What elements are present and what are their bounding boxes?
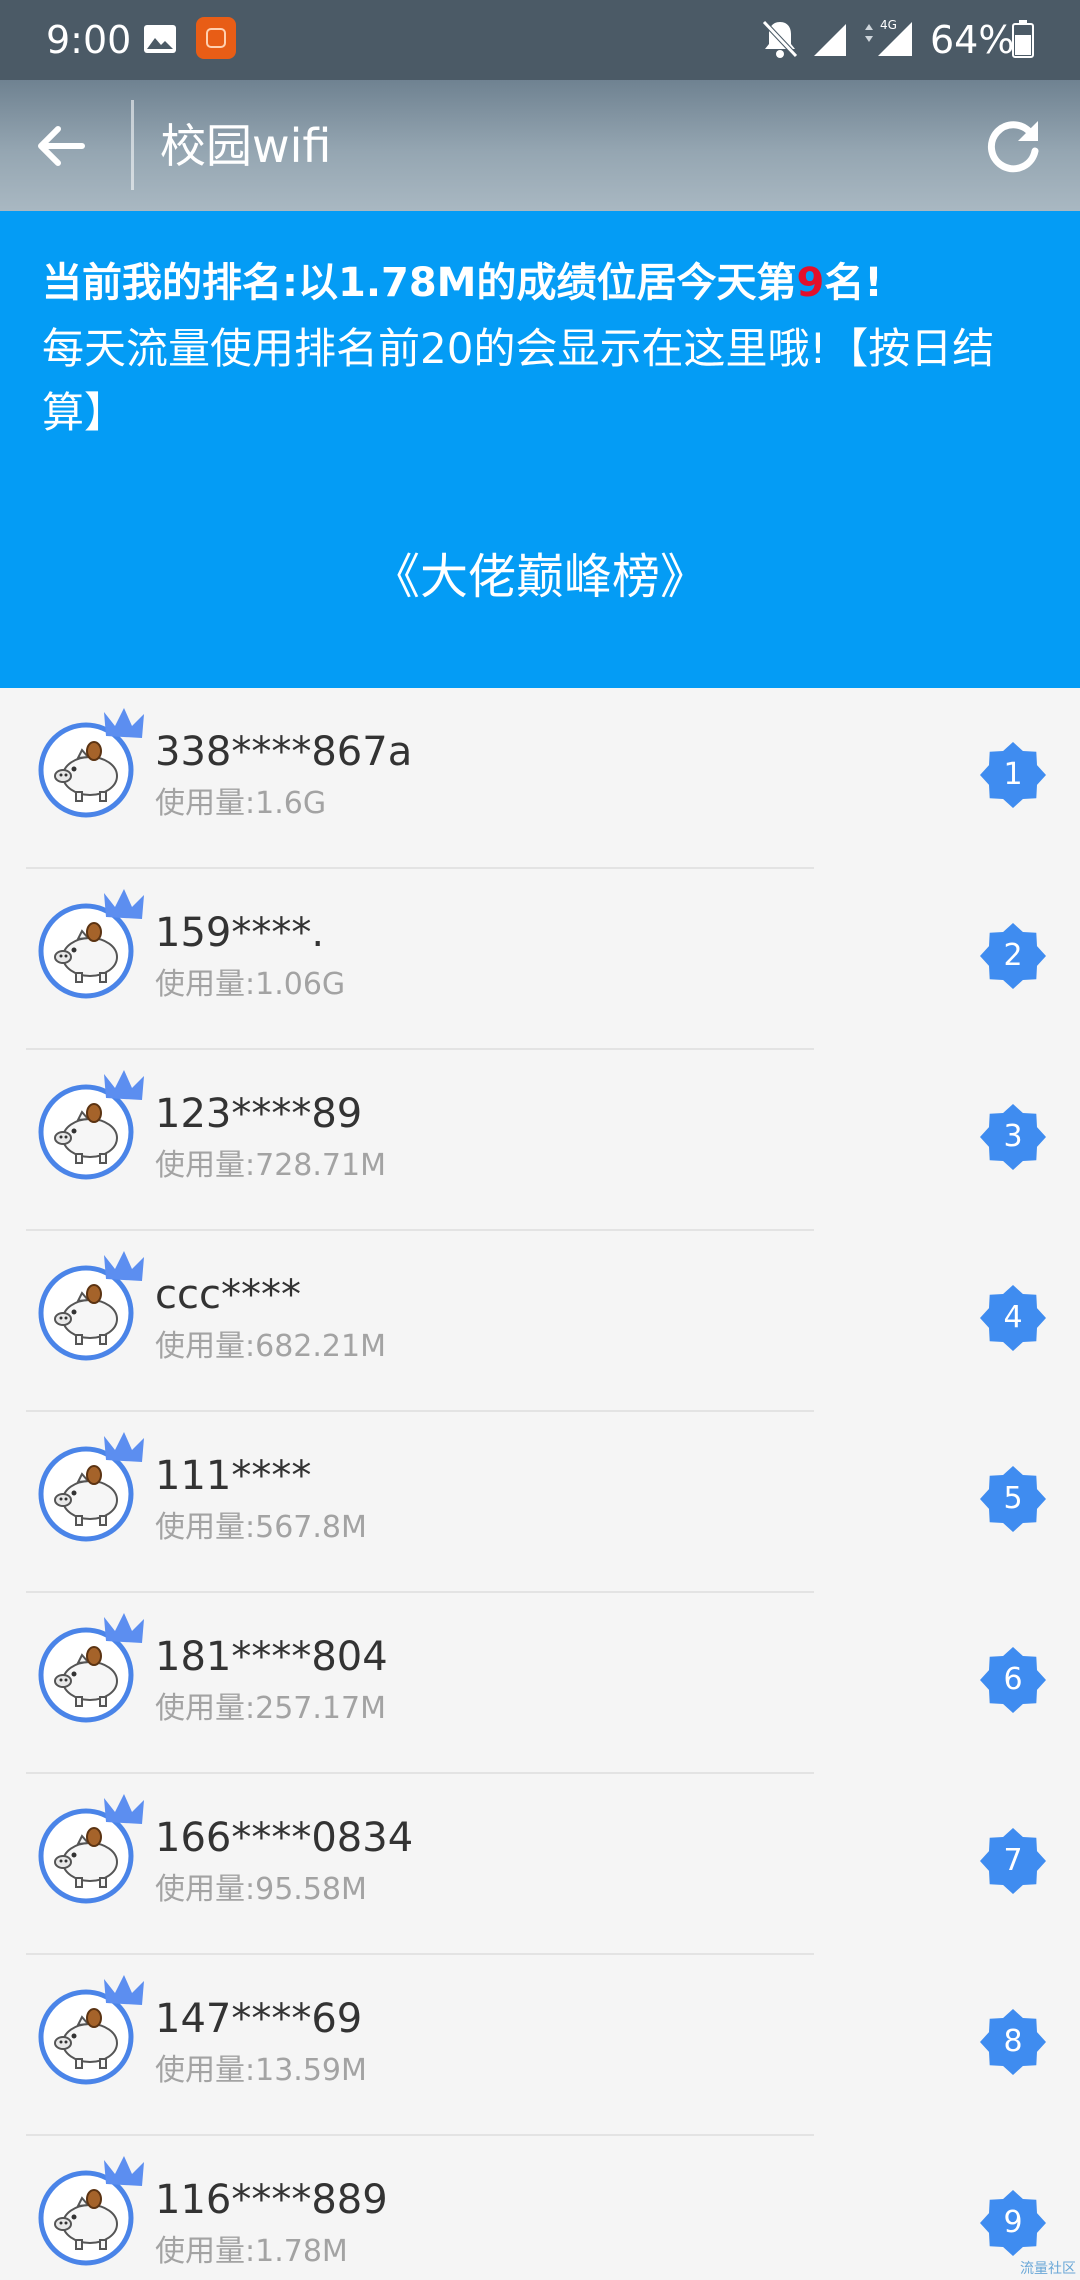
signal-icon [814,24,846,56]
username: 116****889 [155,2177,388,2223]
avatar [38,887,153,1002]
username: 123****89 [155,1091,363,1137]
avatar [38,1430,153,1545]
usage-text: 使用量:728.71M [155,1148,386,1183]
rank-number: 9 [1003,2205,1023,2240]
gallery-icon [144,25,176,53]
status-bar: 9:00 4G 64% [0,0,1080,80]
usage-text: 使用量:1.78M [155,2234,348,2269]
list-item[interactable]: 147****69 使用量:13.59M 8 [0,1955,1080,2136]
my-rank-text: 当前我的排名:以1.78M的成绩位居今天第9名! [42,255,883,311]
usage-text: 使用量:1.6G [155,786,327,821]
rank-number: 1 [1003,757,1023,792]
rank-number: 5 [1003,1481,1023,1516]
avatar [38,1611,153,1726]
rank-badge: 7 [980,1828,1046,1894]
usage-text: 使用量:1.06G [155,967,346,1002]
usage-text: 使用量:13.59M [155,2053,367,2088]
rank-number: 8 [1003,2024,1023,2059]
rank-badge: 3 [980,1104,1046,1170]
usage-text: 使用量:567.8M [155,1510,367,1545]
svg-text:4G: 4G [880,18,897,32]
app-notification-icon [196,17,236,59]
username: 338****867a [155,729,413,775]
rank-prefix: 当前我的排名:以1.78M的成绩位居今天第 [42,260,797,306]
page-title: 校园wifi [160,119,332,173]
avatar [38,1973,153,2088]
refresh-icon[interactable] [982,113,1046,177]
bell-off-icon [762,20,798,58]
username: 147****69 [155,1996,363,2042]
leaderboard-title: 《大佬巅峰榜》 [371,549,708,605]
list-item[interactable]: 181****804 使用量:257.17M 6 [0,1593,1080,1774]
list-item[interactable]: 166****0834 使用量:95.58M 7 [0,1774,1080,1955]
avatar [38,2154,153,2269]
rank-number: 3 [1003,1119,1023,1154]
list-item[interactable]: 123****89 使用量:728.71M 3 [0,1050,1080,1231]
rank-banner: 当前我的排名:以1.78M的成绩位居今天第9名! 每天流量使用排名前20的会显示… [0,211,1080,688]
battery-percent: 64% [930,18,1015,62]
watermark: 流量社区 [1020,2261,1076,2277]
leaderboard-list[interactable]: 338****867a 使用量:1.6G 1 159****. 使用量:1.06G 2 12… [0,688,1080,2280]
status-time: 9:00 [46,18,132,62]
rank-badge: 6 [980,1647,1046,1713]
username: 111**** [155,1453,312,1499]
username: 166****0834 [155,1815,414,1861]
usage-text: 使用量:257.17M [155,1691,386,1726]
avatar [38,1249,153,1364]
rank-badge: 2 [980,923,1046,989]
app-bar-divider [131,100,134,190]
app-bar: 校园wifi [0,80,1080,211]
list-item[interactable]: 116****889 使用量:1.78M 9 [0,2136,1080,2280]
banner-description: 每天流量使用排名前20的会显示在这里哦!【按日结算】 [42,324,995,437]
username: 181****804 [155,1634,388,1680]
rank-badge: 8 [980,2009,1046,2075]
username: 159****. [155,910,325,956]
rank-badge: 4 [980,1285,1046,1351]
rank-number: 2 [1003,938,1023,973]
arrow-left-icon[interactable] [30,114,94,178]
rank-number: 7 [1003,1843,1023,1878]
rank-suffix: 名! [824,260,883,306]
list-item[interactable]: 159****. 使用量:1.06G 2 [0,869,1080,1050]
list-item[interactable]: ccc**** 使用量:682.21M 4 [0,1231,1080,1412]
avatar [38,1068,153,1183]
avatar [38,1792,153,1907]
rank-badge: 5 [980,1466,1046,1532]
signal-4g-icon: 4G [862,16,914,58]
battery-icon [1012,20,1034,58]
usage-text: 使用量:682.21M [155,1329,386,1364]
usage-text: 使用量:95.58M [155,1872,367,1907]
my-rank-value: 9 [796,260,825,306]
list-item[interactable]: 111**** 使用量:567.8M 5 [0,1412,1080,1593]
avatar [38,706,153,821]
rank-number: 6 [1003,1662,1023,1697]
list-item[interactable]: 338****867a 使用量:1.6G 1 [0,688,1080,869]
username: ccc**** [155,1272,301,1318]
rank-badge: 9 [980,2190,1046,2256]
rank-badge: 1 [980,742,1046,808]
rank-number: 4 [1003,1300,1023,1335]
